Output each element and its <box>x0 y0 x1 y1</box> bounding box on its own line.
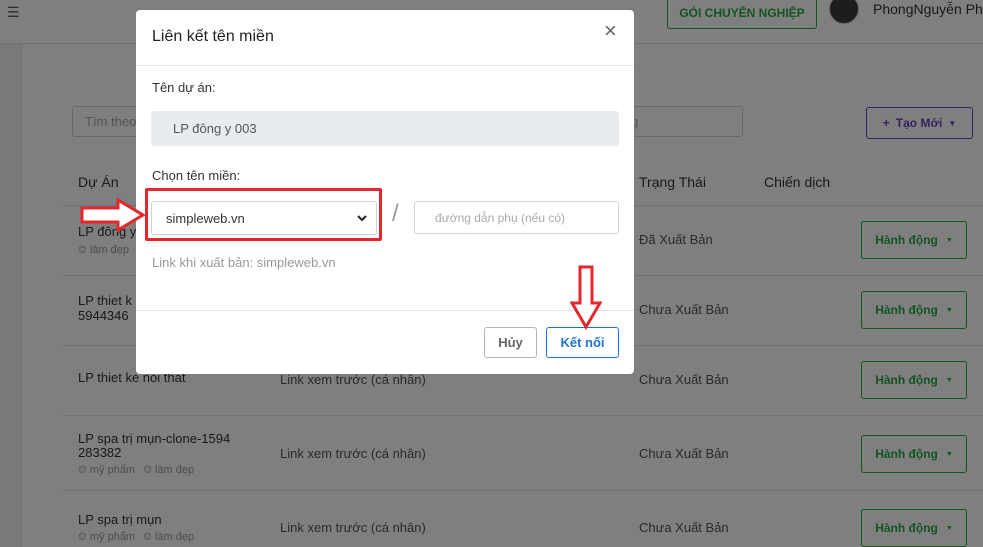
subpath-input[interactable]: đường dẫn phụ (nếu có) <box>414 201 619 234</box>
project-name-field: LP đông y 003 <box>151 111 619 146</box>
project-name-label: Tên dự án: <box>152 80 216 95</box>
publish-link-text: Link khi xuất bản: simpleweb.vn <box>152 255 336 270</box>
connect-button[interactable]: Kết nối <box>546 327 619 358</box>
modal-title: Liên kết tên miền <box>152 28 274 45</box>
annotation-arrow-right-icon <box>80 198 146 232</box>
link-domain-modal: Liên kết tên miền × Tên dự án: LP đông y… <box>136 10 634 374</box>
annotation-arrow-down-icon <box>570 265 602 330</box>
modal-header-divider <box>136 65 634 66</box>
modal-footer-divider <box>136 310 634 311</box>
path-separator: / <box>392 200 399 227</box>
annotation-highlight-box <box>145 188 382 241</box>
domain-label: Chọn tên miền: <box>152 168 241 183</box>
cancel-button[interactable]: Hủy <box>484 327 537 358</box>
close-icon[interactable]: × <box>604 18 617 44</box>
